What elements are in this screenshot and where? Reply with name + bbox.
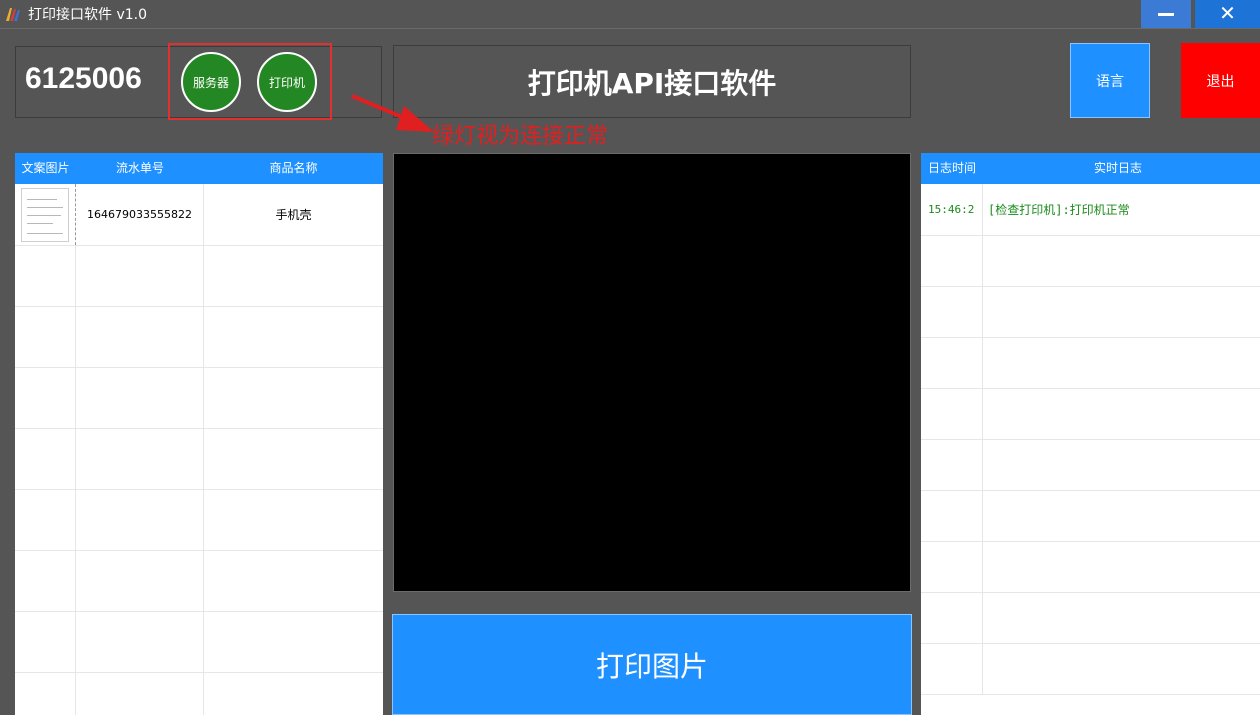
table-row[interactable] [15, 550, 383, 612]
log-row[interactable] [921, 643, 1260, 695]
page-title: 打印机API接口软件 [527, 66, 777, 100]
orders-table-header: 文案图片 流水单号 商品名称 [15, 153, 383, 184]
log-row[interactable] [921, 592, 1260, 644]
annotation-text: 绿灯视为连接正常 [432, 124, 609, 149]
log-row[interactable] [921, 337, 1260, 389]
print-image-button[interactable]: 打印图片 [392, 614, 912, 715]
table-cell [15, 428, 76, 489]
table-cell [76, 367, 204, 428]
log-table: 日志时间 实时日志 15:46:2 [检查打印机]:打印机正常 [921, 153, 1260, 715]
image-preview [393, 153, 911, 592]
log-table-header: 日志时间 实时日志 [921, 153, 1260, 184]
log-cell [921, 541, 983, 592]
table-row[interactable] [15, 672, 383, 715]
device-id: 6125006 [25, 62, 142, 95]
table-cell [76, 245, 204, 306]
log-row[interactable]: 15:46:2 [检查打印机]:打印机正常 [921, 184, 1260, 236]
orders-table: 文案图片 流水单号 商品名称 164679033555822 手机壳 [15, 153, 383, 715]
annotation-arrow-icon [348, 92, 438, 138]
title-separator [0, 28, 1260, 29]
table-cell-product: 手机壳 [275, 208, 312, 222]
annotation-highlight-box [168, 43, 332, 120]
log-cell [921, 592, 983, 643]
app-logo-icon [5, 6, 21, 22]
table-cell [76, 672, 204, 715]
table-row[interactable]: 164679033555822 手机壳 [15, 184, 383, 246]
minimize-button[interactable] [1141, 0, 1191, 28]
thumbnail-image [21, 187, 69, 242]
log-cell [921, 235, 983, 286]
window-title: 打印接口软件 v1.0 [28, 7, 147, 23]
column-header-log-time[interactable]: 日志时间 [921, 153, 983, 184]
table-cell [15, 367, 76, 428]
log-cell [921, 643, 983, 694]
table-cell-serial: 164679033555822 [76, 184, 204, 245]
column-header-product[interactable]: 商品名称 [204, 153, 383, 184]
table-row[interactable] [15, 489, 383, 551]
log-cell [921, 286, 983, 337]
log-row[interactable] [921, 388, 1260, 440]
title-bar [0, 0, 1260, 28]
table-cell [76, 611, 204, 672]
log-time: 15:46:2 [921, 184, 983, 235]
language-button[interactable]: 语言 [1070, 43, 1150, 118]
log-row[interactable] [921, 235, 1260, 287]
log-cell [921, 490, 983, 541]
close-button[interactable]: ✕ [1195, 0, 1260, 28]
table-cell [76, 489, 204, 550]
column-header-image[interactable]: 文案图片 [15, 153, 76, 184]
table-row[interactable] [15, 306, 383, 368]
table-row[interactable] [15, 245, 383, 307]
table-cell [15, 489, 76, 550]
exit-button[interactable]: 退出 [1181, 43, 1260, 118]
log-row[interactable] [921, 490, 1260, 542]
log-cell [921, 337, 983, 388]
column-header-log-message[interactable]: 实时日志 [983, 153, 1253, 184]
table-row[interactable] [15, 428, 383, 490]
table-cell [15, 672, 76, 715]
header-panel: 打印机API接口软件 [393, 45, 911, 118]
table-cell [15, 306, 76, 367]
table-cell [76, 306, 204, 367]
log-cell [921, 388, 983, 439]
table-row[interactable] [15, 367, 383, 429]
log-cell [921, 439, 983, 490]
log-row[interactable] [921, 541, 1260, 593]
close-icon: ✕ [1219, 1, 1236, 25]
table-cell [76, 428, 204, 489]
table-cell [15, 245, 76, 306]
table-cell [76, 550, 204, 611]
column-header-serial[interactable]: 流水单号 [76, 153, 204, 184]
log-message: [检查打印机]:打印机正常 [988, 203, 1130, 217]
log-row[interactable] [921, 439, 1260, 491]
table-cell [15, 550, 76, 611]
table-cell [15, 611, 76, 672]
table-row[interactable] [15, 611, 383, 673]
table-cell-image [15, 184, 76, 245]
log-row[interactable] [921, 286, 1260, 338]
